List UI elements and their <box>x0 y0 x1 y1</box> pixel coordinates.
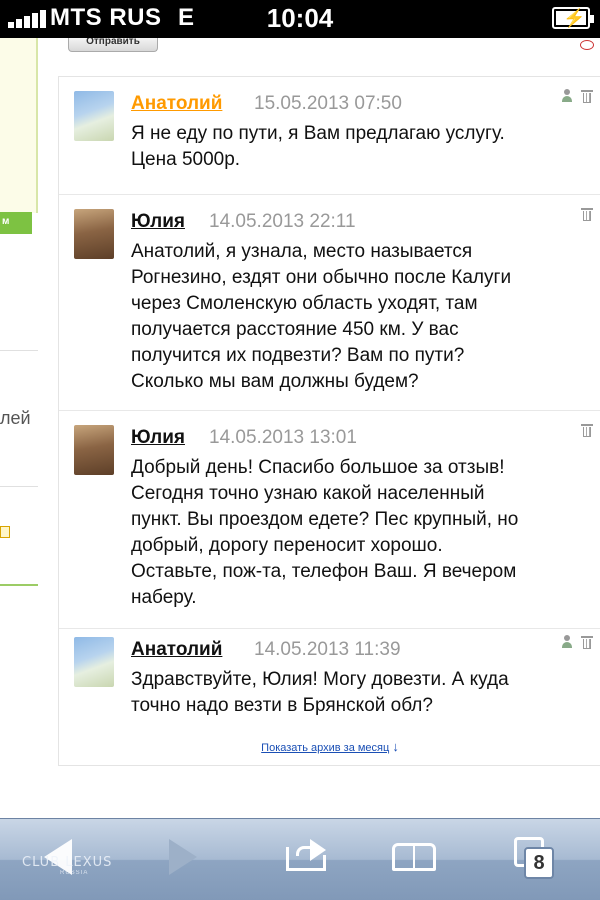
comment-author[interactable]: Юлия <box>131 211 185 233</box>
web-page: м лей Отправить Анатолий 15.05.2013 07:5… <box>0 38 600 818</box>
avatar[interactable] <box>74 91 114 141</box>
tabs-button[interactable]: 8 <box>514 837 558 879</box>
user-icon[interactable] <box>561 89 573 103</box>
comment-date: 15.05.2013 07:50 <box>254 93 402 114</box>
divider <box>0 584 38 586</box>
comments-list: Анатолий 15.05.2013 07:50 Я не еду по пу… <box>58 76 600 766</box>
divider <box>0 486 38 487</box>
watermark: CLUB LEXUS <box>22 855 113 870</box>
bookmarks-button[interactable] <box>392 837 440 877</box>
avatar[interactable] <box>74 209 114 259</box>
side-partial-text: лей <box>0 408 31 428</box>
user-icon[interactable] <box>561 635 573 649</box>
comment-author[interactable]: Анатолий <box>131 93 222 115</box>
divider <box>0 350 38 351</box>
link-icon[interactable] <box>580 40 594 50</box>
share-button[interactable] <box>282 837 330 877</box>
comment-item: Анатолий 15.05.2013 07:50 Я не еду по пу… <box>59 77 600 195</box>
side-panel: м лей <box>0 38 40 818</box>
send-button[interactable]: Отправить <box>68 38 158 52</box>
battery-charging-icon: ⚡ <box>552 7 594 29</box>
comment-item: Юлия 14.05.2013 22:11 Анатолий, я узнала… <box>59 195 600 411</box>
comment-text: Здравствуйте, Юлия! Могу довезти. А куда… <box>131 669 509 716</box>
forward-button[interactable] <box>165 837 205 877</box>
trash-icon[interactable] <box>581 207 593 221</box>
comment-author[interactable]: Юлия <box>131 427 185 449</box>
side-panel-box <box>0 38 38 213</box>
comment-author[interactable]: Анатолий <box>131 639 222 661</box>
show-archive-link[interactable]: Показать архив за месяц ↓ <box>59 739 600 754</box>
status-bar: MTS RUS E 10:04 ⚡ <box>0 0 600 38</box>
comment-item: Юлия 14.05.2013 13:01 Добрый день! Спаси… <box>59 411 600 629</box>
avatar[interactable] <box>74 425 114 475</box>
comment-text: Анатолий, я узнала, место называется Рог… <box>131 241 512 392</box>
avatar[interactable] <box>74 637 114 687</box>
trash-icon[interactable] <box>581 89 593 103</box>
comment-text: Добрый день! Спасибо большое за отзыв! С… <box>131 457 519 608</box>
comment-item: Анатолий 14.05.2013 11:39 Здравствуйте, … <box>59 629 600 727</box>
side-tab[interactable]: м <box>0 212 32 234</box>
comment-date: 14.05.2013 11:39 <box>254 639 401 660</box>
clock: 10:04 <box>266 3 334 33</box>
tabs-count: 8 <box>524 847 554 879</box>
arrow-down-icon: ↓ <box>392 739 399 754</box>
watermark-sub: RUSSIA <box>60 870 89 876</box>
calendar-icon[interactable] <box>0 526 10 538</box>
comment-date: 14.05.2013 22:11 <box>209 211 356 232</box>
comment-date: 14.05.2013 13:01 <box>209 427 357 448</box>
forward-arrow-icon <box>169 839 197 875</box>
trash-icon[interactable] <box>581 423 593 437</box>
comment-text: Я не еду по пути, я Вам предлагаю услугу… <box>131 123 505 170</box>
trash-icon[interactable] <box>581 635 593 649</box>
